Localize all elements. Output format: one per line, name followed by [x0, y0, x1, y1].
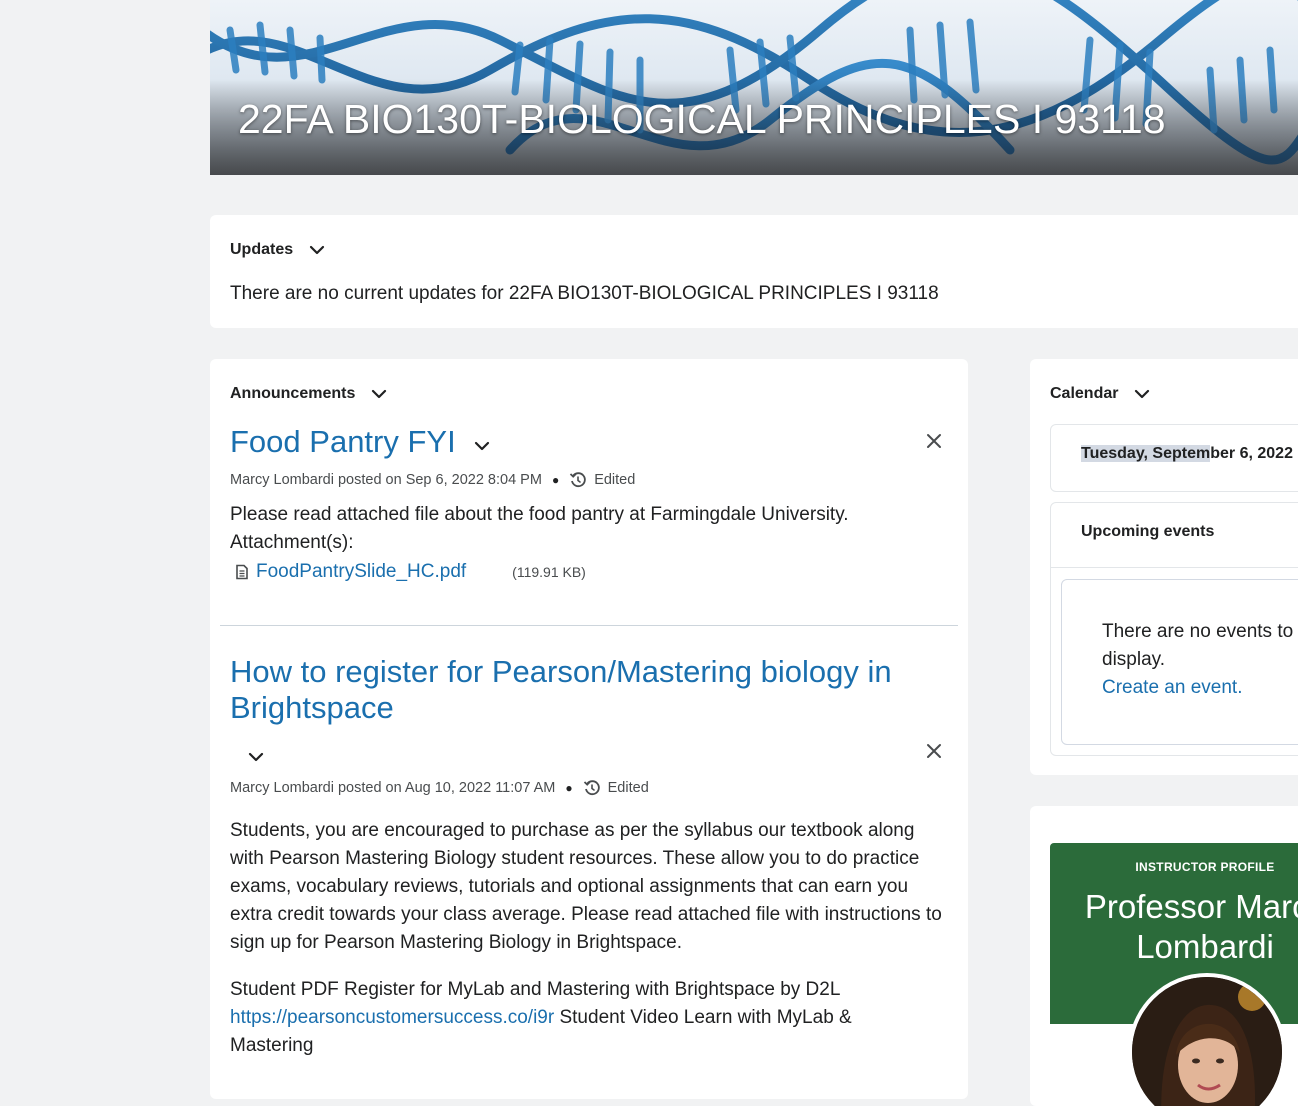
close-icon[interactable] [926, 433, 942, 449]
body-line: sign up for Pearson Mastering Biology in… [230, 932, 683, 953]
announcement-body: Please read attached file about the food… [230, 501, 849, 557]
announcements-widget: Announcements Food Pantry FYI Marcy Lomb… [210, 359, 968, 1099]
empty-events-text: There are no events to display. Create a… [1102, 621, 1294, 698]
announcement-title[interactable]: How to register for Pearson/Mastering bi… [230, 654, 892, 726]
announcement-byline: Marcy Lombardi posted on Aug 10, 2022 11… [230, 780, 556, 796]
file-icon [234, 564, 250, 580]
announcements-heading: Announcements [230, 385, 356, 402]
course-title: 22FA BIO130T-BIOLOGICAL PRINCIPLES I 931… [238, 96, 1166, 142]
upcoming-events-box: Upcoming events There are no events to d… [1050, 502, 1298, 756]
body-line: Student PDF Register for MyLab and Maste… [230, 979, 841, 1000]
updates-header: Updates [230, 241, 325, 259]
course-banner: 22FA BIO130T-BIOLOGICAL PRINCIPLES I 931… [210, 0, 1298, 175]
chevron-down-icon[interactable] [371, 386, 387, 402]
edited-label: Edited [607, 780, 649, 796]
announcement-meta: Marcy Lombardi posted on Aug 10, 2022 11… [230, 779, 649, 797]
body-line: exams, vocabulary reviews, tutorials and… [230, 876, 909, 897]
empty-events-panel: There are no events to display. Create a… [1061, 579, 1298, 745]
edited-label: Edited [594, 472, 636, 488]
announcement-divider [220, 625, 958, 626]
chevron-down-icon[interactable] [1134, 386, 1150, 402]
history-icon [583, 779, 601, 797]
pearson-link[interactable]: https://pearsoncustomersuccess.co/i9r [230, 1007, 554, 1028]
divider [1051, 567, 1298, 568]
announcements-header: Announcements [230, 385, 387, 403]
attachments-label: Attachment(s): [230, 532, 354, 553]
attachment-link[interactable]: FoodPantrySlide_HC.pdf [256, 561, 466, 583]
chevron-down-icon[interactable] [248, 749, 264, 765]
chevron-down-icon[interactable] [309, 242, 325, 258]
profile-name: Professor Marcy Lombardi [1084, 888, 1298, 965]
announcement-body-text: Please read attached file about the food… [230, 504, 849, 525]
body-line: Mastering [230, 1035, 314, 1056]
announcement-body: Students, you are encouraged to purchase… [230, 817, 960, 957]
history-icon [569, 471, 587, 489]
calendar-heading: Calendar [1050, 385, 1119, 402]
body-line: Students, you are encouraged to purchase… [230, 820, 915, 841]
calendar-header: Calendar [1050, 385, 1150, 403]
body-line: with Pearson Mastering Biology student r… [230, 848, 920, 869]
updates-empty-text: There are no current updates for 22FA BI… [230, 283, 939, 304]
chevron-down-icon[interactable] [474, 438, 490, 454]
updates-heading: Updates [230, 241, 294, 258]
body-line: extra credit towards your class average.… [230, 904, 942, 925]
separator-dot: ● [551, 473, 560, 487]
profile-card: INSTRUCTOR PROFILE Professor Marcy Lomba… [1050, 843, 1298, 1106]
create-event-link[interactable]: Create an event. [1102, 677, 1242, 698]
close-icon[interactable] [926, 743, 942, 759]
attachment-row: FoodPantrySlide_HC.pdf (119.91 KB) [234, 561, 586, 583]
upcoming-events-heading: Upcoming events [1081, 523, 1215, 540]
calendar-widget: Calendar Tuesday, September 6, 2022 Upco… [1030, 359, 1298, 775]
announcement-body-links: Student PDF Register for MyLab and Maste… [230, 976, 852, 1060]
body-line: https://pearsoncustomersuccess.co/i9r St… [230, 1004, 852, 1032]
separator-dot: ● [565, 781, 573, 795]
attachment-size: (119.91 KB) [512, 564, 586, 580]
announcement-meta: Marcy Lombardi posted on Sep 6, 2022 8:0… [230, 471, 635, 489]
calendar-date[interactable]: Tuesday, September 6, 2022 [1081, 445, 1293, 463]
body-text-after-link: Student Video Learn with MyLab & [554, 1007, 852, 1028]
instructor-profile-widget: INSTRUCTOR PROFILE Professor Marcy Lomba… [1030, 806, 1298, 1106]
profile-kicker: INSTRUCTOR PROFILE [1135, 860, 1275, 874]
announcement-byline: Marcy Lombardi posted on Sep 6, 2022 8:0… [230, 472, 542, 488]
announcement-title[interactable]: Food Pantry FYI [230, 424, 490, 460]
updates-widget: Updates There are no current updates for… [210, 215, 1298, 328]
calendar-date-box[interactable]: Tuesday, September 6, 2022 [1050, 424, 1298, 492]
